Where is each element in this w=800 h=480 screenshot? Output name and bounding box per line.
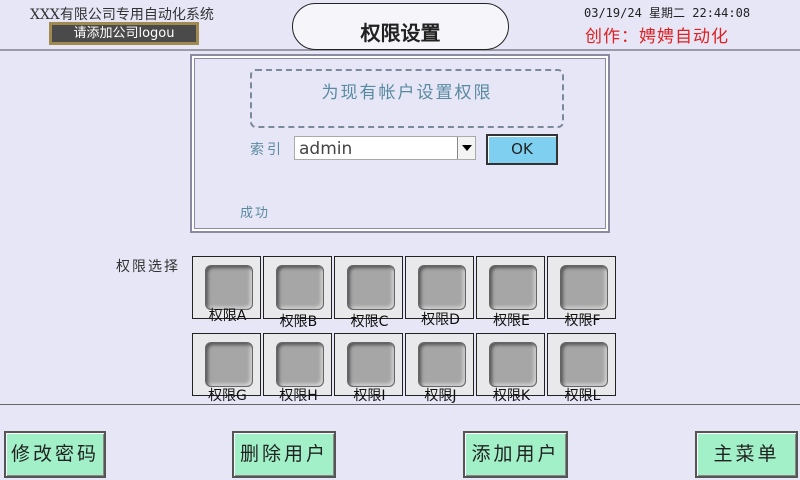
permission-indicator bbox=[560, 342, 608, 387]
panel-banner: 为现有帐户设置权限 bbox=[250, 69, 564, 128]
main-menu-button[interactable]: 主菜单 bbox=[695, 431, 798, 478]
permission-toggle-a[interactable]: 权限A bbox=[192, 256, 261, 324]
permission-indicator bbox=[560, 265, 608, 310]
permission-indicator bbox=[418, 265, 466, 310]
user-select-value: admin bbox=[299, 139, 353, 159]
permission-selection-label: 权限选择 bbox=[116, 259, 180, 275]
bottom-bar bbox=[0, 404, 800, 480]
permission-indicator bbox=[276, 265, 324, 310]
index-label: 索引 bbox=[250, 142, 284, 158]
permission-label: 权限L bbox=[564, 388, 601, 404]
permission-toggle-c[interactable]: 权限C bbox=[334, 256, 403, 330]
permission-toggle-h[interactable]: 权限H bbox=[263, 333, 332, 404]
permission-toggle-k[interactable]: 权限K bbox=[476, 333, 545, 404]
permission-label: 权限D bbox=[421, 312, 460, 328]
permission-label: 权限E bbox=[493, 313, 530, 329]
change-password-button[interactable]: 修改密码 bbox=[4, 431, 106, 478]
datetime-display: 03/19/24 星期二 22:44:08 bbox=[584, 6, 751, 20]
permission-label: 权限J bbox=[424, 388, 457, 404]
chevron-down-icon[interactable] bbox=[457, 137, 475, 159]
company-name: XXX有限公司专用自动化系统 bbox=[30, 7, 214, 23]
permission-toggle-b[interactable]: 权限B bbox=[263, 256, 332, 330]
permission-toggle-e[interactable]: 权限E bbox=[476, 256, 545, 329]
delete-user-button[interactable]: 删除用户 bbox=[232, 431, 336, 478]
status-text: 成功 bbox=[240, 206, 271, 221]
permission-label: 权限C bbox=[350, 314, 389, 330]
permission-indicator bbox=[347, 265, 395, 310]
permission-toggle-i[interactable]: 权限I bbox=[334, 333, 403, 404]
permission-label: 权限B bbox=[279, 314, 318, 330]
permission-indicator bbox=[489, 342, 537, 387]
permission-toggle-l[interactable]: 权限L bbox=[547, 333, 616, 404]
author-credit: 创作：娉娉自动化 bbox=[585, 27, 729, 47]
company-logo-button[interactable]: 请添加公司logou bbox=[49, 22, 199, 45]
permission-label: 权限A bbox=[208, 308, 247, 324]
permission-indicator bbox=[205, 342, 253, 387]
user-select-dropdown[interactable]: admin bbox=[294, 136, 476, 160]
permission-toggle-g[interactable]: 权限G bbox=[192, 333, 261, 404]
permission-label: 权限F bbox=[564, 313, 601, 329]
page-title: 权限设置 bbox=[292, 3, 509, 50]
permission-toggle-j[interactable]: 权限J bbox=[405, 333, 474, 404]
permission-label: 权限G bbox=[208, 388, 247, 404]
permission-indicator bbox=[489, 265, 537, 310]
header-bar: XXX有限公司专用自动化系统 请添加公司logou 权限设置 03/19/24 … bbox=[0, 0, 800, 51]
permission-settings-panel: 为现有帐户设置权限 索引 admin OK 成功 bbox=[190, 54, 610, 233]
permission-indicator bbox=[205, 265, 253, 310]
permission-label: 权限H bbox=[279, 388, 318, 404]
permission-indicator bbox=[347, 342, 395, 387]
permission-label: 权限I bbox=[353, 388, 386, 404]
permission-indicator bbox=[418, 342, 466, 387]
permission-label: 权限K bbox=[492, 388, 531, 404]
ok-button[interactable]: OK bbox=[486, 134, 558, 165]
add-user-button[interactable]: 添加用户 bbox=[463, 431, 568, 478]
permission-toggle-f[interactable]: 权限F bbox=[547, 256, 616, 329]
permission-toggle-d[interactable]: 权限D bbox=[405, 256, 474, 328]
permission-indicator bbox=[276, 342, 324, 387]
